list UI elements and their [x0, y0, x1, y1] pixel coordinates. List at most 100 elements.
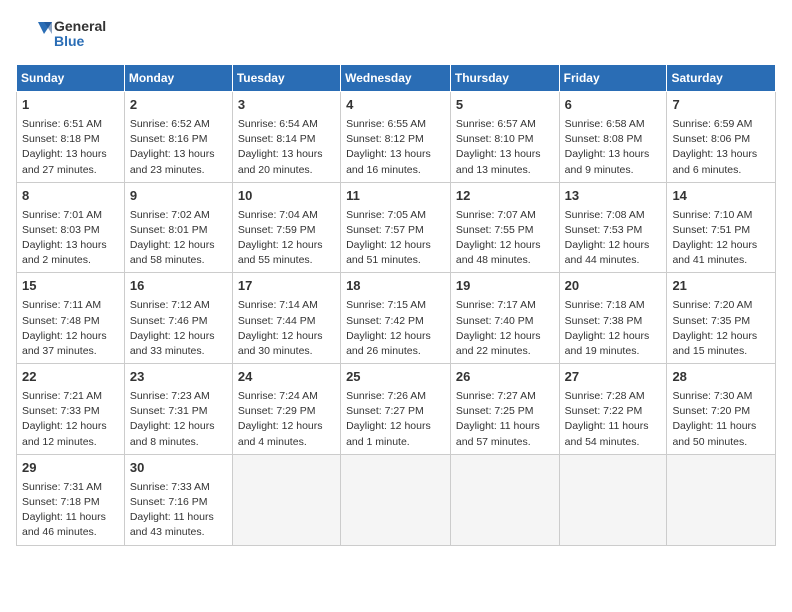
day-number: 10 — [238, 187, 335, 206]
calendar-cell: 3 Sunrise: 6:54 AM Sunset: 8:14 PM Daylig… — [232, 92, 340, 183]
calendar-cell: 6 Sunrise: 6:58 AM Sunset: 8:08 PM Daylig… — [559, 92, 667, 183]
day-number: 19 — [456, 277, 554, 296]
calendar-cell: 22 Sunrise: 7:21 AM Sunset: 7:33 PM Dayli… — [17, 364, 125, 455]
day-detail: Sunrise: 7:15 AM Sunset: 7:42 PM Dayligh… — [346, 298, 445, 359]
page-header: General Blue — [16, 16, 776, 52]
column-header-monday: Monday — [124, 65, 232, 92]
day-number: 21 — [672, 277, 770, 296]
day-detail: Sunrise: 7:23 AM Sunset: 7:31 PM Dayligh… — [130, 389, 227, 450]
day-number: 6 — [565, 96, 662, 115]
day-number: 29 — [22, 459, 119, 478]
day-number: 30 — [130, 459, 227, 478]
week-row-1: 1 Sunrise: 6:51 AM Sunset: 8:18 PM Daylig… — [17, 92, 776, 183]
logo-text-blue: Blue — [54, 34, 106, 49]
day-detail: Sunrise: 7:08 AM Sunset: 7:53 PM Dayligh… — [565, 208, 662, 269]
column-header-wednesday: Wednesday — [341, 65, 451, 92]
day-number: 17 — [238, 277, 335, 296]
day-detail: Sunrise: 7:10 AM Sunset: 7:51 PM Dayligh… — [672, 208, 770, 269]
calendar-cell: 8 Sunrise: 7:01 AM Sunset: 8:03 PM Daylig… — [17, 182, 125, 273]
day-detail: Sunrise: 6:51 AM Sunset: 8:18 PM Dayligh… — [22, 117, 119, 178]
week-row-4: 22 Sunrise: 7:21 AM Sunset: 7:33 PM Dayli… — [17, 364, 776, 455]
day-number: 7 — [672, 96, 770, 115]
calendar-cell: 26Sunrise: 7:27 AM Sunset: 7:25 PM Dayli… — [450, 364, 559, 455]
calendar-cell: 20Sunrise: 7:18 AM Sunset: 7:38 PM Dayli… — [559, 273, 667, 364]
day-number: 26 — [456, 368, 554, 387]
day-detail: Sunrise: 6:57 AM Sunset: 8:10 PM Dayligh… — [456, 117, 554, 178]
calendar-cell: 19 Sunrise: 7:17 AM Sunset: 7:40 PM Dayli… — [450, 273, 559, 364]
day-number: 8 — [22, 187, 119, 206]
day-detail: Sunrise: 7:14 AM Sunset: 7:44 PM Dayligh… — [238, 298, 335, 359]
calendar-cell: 12 Sunrise: 7:07 AM Sunset: 7:55 PM Dayli… — [450, 182, 559, 273]
day-number: 22 — [22, 368, 119, 387]
calendar-cell: 10 Sunrise: 7:04 AM Sunset: 7:59 PM Dayli… — [232, 182, 340, 273]
column-header-saturday: Saturday — [667, 65, 776, 92]
calendar-cell — [232, 454, 340, 545]
calendar-cell: 16 Sunrise: 7:12 AM Sunset: 7:46 PM Dayli… — [124, 273, 232, 364]
day-number: 12 — [456, 187, 554, 206]
day-number: 27 — [565, 368, 662, 387]
day-detail: Sunrise: 6:58 AM Sunset: 8:08 PM Dayligh… — [565, 117, 662, 178]
day-number: 23 — [130, 368, 227, 387]
day-detail: Sunrise: 7:33 AM Sunset: 7:16 PM Dayligh… — [130, 480, 227, 541]
day-detail: Sunrise: 7:18 AM Sunset: 7:38 PM Dayligh… — [565, 298, 662, 359]
day-detail: Sunrise: 6:52 AM Sunset: 8:16 PM Dayligh… — [130, 117, 227, 178]
calendar-cell: 23 Sunrise: 7:23 AM Sunset: 7:31 PM Dayli… — [124, 364, 232, 455]
day-detail: Sunrise: 6:54 AM Sunset: 8:14 PM Dayligh… — [238, 117, 335, 178]
day-detail: Sunrise: 7:28 AM Sunset: 7:22 PM Dayligh… — [565, 389, 662, 450]
day-detail: Sunrise: 7:12 AM Sunset: 7:46 PM Dayligh… — [130, 298, 227, 359]
calendar-cell: 18 Sunrise: 7:15 AM Sunset: 7:42 PM Dayli… — [341, 273, 451, 364]
day-number: 11 — [346, 187, 445, 206]
day-number: 2 — [130, 96, 227, 115]
day-number: 25 — [346, 368, 445, 387]
week-row-5: 29Sunrise: 7:31 AM Sunset: 7:18 PM Dayli… — [17, 454, 776, 545]
day-detail: Sunrise: 7:21 AM Sunset: 7:33 PM Dayligh… — [22, 389, 119, 450]
day-detail: Sunrise: 7:30 AM Sunset: 7:20 PM Dayligh… — [672, 389, 770, 450]
day-detail: Sunrise: 7:20 AM Sunset: 7:35 PM Dayligh… — [672, 298, 770, 359]
day-detail: Sunrise: 7:07 AM Sunset: 7:55 PM Dayligh… — [456, 208, 554, 269]
calendar-cell: 29Sunrise: 7:31 AM Sunset: 7:18 PM Dayli… — [17, 454, 125, 545]
day-number: 14 — [672, 187, 770, 206]
calendar-cell — [667, 454, 776, 545]
day-number: 13 — [565, 187, 662, 206]
day-detail: Sunrise: 6:59 AM Sunset: 8:06 PM Dayligh… — [672, 117, 770, 178]
calendar-cell: 21 Sunrise: 7:20 AM Sunset: 7:35 PM Dayli… — [667, 273, 776, 364]
day-number: 24 — [238, 368, 335, 387]
calendar-cell: 27 Sunrise: 7:28 AM Sunset: 7:22 PM Dayli… — [559, 364, 667, 455]
column-header-sunday: Sunday — [17, 65, 125, 92]
calendar-cell: 11 Sunrise: 7:05 AM Sunset: 7:57 PM Dayli… — [341, 182, 451, 273]
calendar-cell: 13 Sunrise: 7:08 AM Sunset: 7:53 PM Dayli… — [559, 182, 667, 273]
day-detail: Sunrise: 7:04 AM Sunset: 7:59 PM Dayligh… — [238, 208, 335, 269]
calendar-body: 1 Sunrise: 6:51 AM Sunset: 8:18 PM Daylig… — [17, 92, 776, 546]
day-detail: Sunrise: 7:26 AM Sunset: 7:27 PM Dayligh… — [346, 389, 445, 450]
logo-text-general: General — [54, 19, 106, 34]
day-number: 28 — [672, 368, 770, 387]
day-detail: Sunrise: 7:05 AM Sunset: 7:57 PM Dayligh… — [346, 208, 445, 269]
day-detail: Sunrise: 7:24 AM Sunset: 7:29 PM Dayligh… — [238, 389, 335, 450]
day-number: 18 — [346, 277, 445, 296]
calendar-cell — [341, 454, 451, 545]
week-row-3: 15Sunrise: 7:11 AM Sunset: 7:48 PM Dayli… — [17, 273, 776, 364]
calendar-header-row: SundayMondayTuesdayWednesdayThursdayFrid… — [17, 65, 776, 92]
calendar-cell: 15Sunrise: 7:11 AM Sunset: 7:48 PM Dayli… — [17, 273, 125, 364]
calendar-cell — [559, 454, 667, 545]
calendar-cell: 4Sunrise: 6:55 AM Sunset: 8:12 PM Daylig… — [341, 92, 451, 183]
calendar-cell: 7 Sunrise: 6:59 AM Sunset: 8:06 PM Daylig… — [667, 92, 776, 183]
day-number: 1 — [22, 96, 119, 115]
day-number: 16 — [130, 277, 227, 296]
column-header-thursday: Thursday — [450, 65, 559, 92]
day-detail: Sunrise: 7:17 AM Sunset: 7:40 PM Dayligh… — [456, 298, 554, 359]
day-number: 3 — [238, 96, 335, 115]
day-detail: Sunrise: 7:02 AM Sunset: 8:01 PM Dayligh… — [130, 208, 227, 269]
calendar-cell: 30 Sunrise: 7:33 AM Sunset: 7:16 PM Dayli… — [124, 454, 232, 545]
day-number: 9 — [130, 187, 227, 206]
day-number: 4 — [346, 96, 445, 115]
calendar-cell: 24 Sunrise: 7:24 AM Sunset: 7:29 PM Dayli… — [232, 364, 340, 455]
calendar-cell: 5 Sunrise: 6:57 AM Sunset: 8:10 PM Daylig… — [450, 92, 559, 183]
day-number: 5 — [456, 96, 554, 115]
day-number: 15 — [22, 277, 119, 296]
column-header-tuesday: Tuesday — [232, 65, 340, 92]
calendar-cell: 9 Sunrise: 7:02 AM Sunset: 8:01 PM Daylig… — [124, 182, 232, 273]
calendar-cell: 1 Sunrise: 6:51 AM Sunset: 8:18 PM Daylig… — [17, 92, 125, 183]
calendar-cell: 28 Sunrise: 7:30 AM Sunset: 7:20 PM Dayli… — [667, 364, 776, 455]
day-detail: Sunrise: 7:01 AM Sunset: 8:03 PM Dayligh… — [22, 208, 119, 269]
